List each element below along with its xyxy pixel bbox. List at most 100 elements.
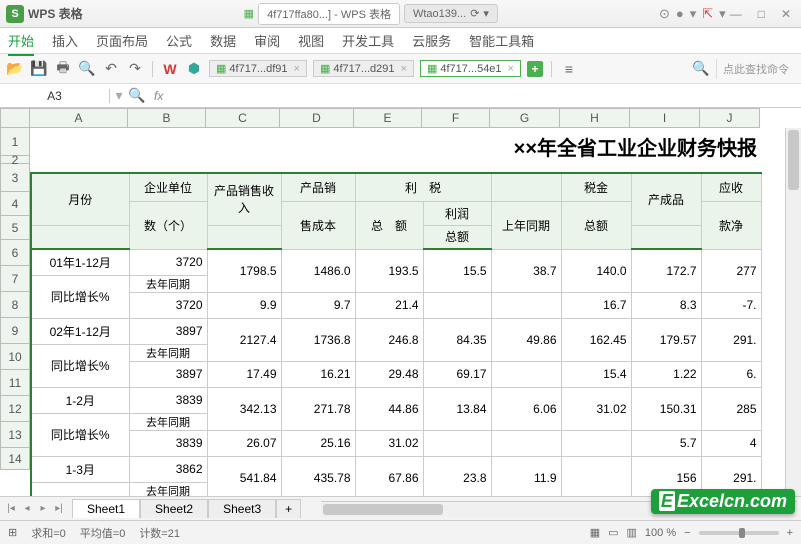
col-header[interactable]: D — [280, 108, 354, 128]
row-header[interactable]: 7 — [0, 266, 30, 292]
dropdown-icon[interactable]: ▾ — [690, 6, 697, 22]
menu-data[interactable]: 数据 — [210, 31, 236, 50]
view-normal-icon[interactable]: ▦ — [590, 526, 600, 539]
menu-cloud[interactable]: 云服务 — [412, 31, 451, 50]
zoom-out-button[interactable]: − — [684, 527, 690, 539]
doc-tab-2[interactable]: Wtao139...⟳▾ — [404, 4, 498, 23]
fx-label[interactable]: fx — [146, 89, 171, 103]
row-header[interactable]: 9 — [0, 318, 30, 344]
command-search[interactable]: 点此查找命令 — [716, 59, 795, 79]
row-header[interactable]: 12 — [0, 396, 30, 422]
skin-icon[interactable]: ● — [676, 6, 684, 22]
vertical-scrollbar[interactable] — [785, 128, 801, 496]
row-header[interactable]: 2 — [0, 156, 30, 164]
row-headers: 1234567891011121314 — [0, 128, 30, 470]
col-header[interactable]: G — [490, 108, 560, 128]
col-header[interactable]: F — [422, 108, 490, 128]
zoom-thumb[interactable] — [739, 528, 745, 538]
doc-icon: ▦ — [244, 7, 254, 20]
hdr-unit2: 数（个） — [129, 201, 207, 249]
menu-smart[interactable]: 智能工具箱 — [469, 31, 534, 50]
row-header[interactable]: 11 — [0, 370, 30, 396]
formula-bar: A3 ▾ 🔍 fx — [0, 84, 801, 108]
sync-icon[interactable]: ⊙ — [659, 6, 670, 22]
maximize-button[interactable]: □ — [754, 7, 769, 21]
view-page-icon[interactable]: ▭ — [608, 526, 618, 539]
view-break-icon[interactable]: ▥ — [627, 526, 637, 539]
wps-icon[interactable]: W — [161, 60, 179, 78]
row-header[interactable]: 14 — [0, 448, 30, 470]
save-icon[interactable]: 💾 — [30, 60, 48, 78]
row-header[interactable]: 4 — [0, 192, 30, 216]
hdr-month: 月份 — [31, 173, 129, 225]
close-icon[interactable]: × — [508, 63, 514, 75]
menu-review[interactable]: 审阅 — [254, 31, 280, 50]
add-sheet-button[interactable]: + — [276, 499, 301, 518]
row-header[interactable]: 5 — [0, 216, 30, 240]
close-icon[interactable]: × — [294, 63, 300, 75]
titlebar: S WPS 表格 ▦ 4f717ffa80...] - WPS 表格 Wtao1… — [0, 0, 801, 28]
close-button[interactable]: ✕ — [777, 7, 795, 21]
hdr-recv2: 款净 — [701, 201, 761, 249]
menu-formula[interactable]: 公式 — [166, 31, 192, 50]
search-icon[interactable]: 🔍 — [692, 60, 710, 78]
col-header[interactable]: C — [206, 108, 280, 128]
col-header[interactable]: J — [700, 108, 760, 128]
sheet-tab-1[interactable]: Sheet1 — [72, 499, 140, 518]
name-dropdown-icon[interactable]: ▾ — [110, 87, 128, 105]
zoom-slider[interactable] — [699, 531, 779, 535]
doc-tab-1[interactable]: 4f717ffa80...] - WPS 表格 — [258, 3, 400, 25]
zoom-in-button[interactable]: + — [787, 527, 793, 539]
menu-layout[interactable]: 页面布局 — [96, 31, 148, 50]
print-icon[interactable]: 🖶 — [54, 60, 72, 78]
outline-icon[interactable]: ⊞ — [8, 526, 17, 539]
menu-icon[interactable]: ≡ — [560, 60, 578, 78]
col-header[interactable]: H — [560, 108, 630, 128]
open-icon[interactable]: 📂 — [6, 60, 24, 78]
nav-next-icon[interactable]: ▸ — [36, 503, 50, 514]
preview-icon[interactable]: 🔍 — [78, 60, 96, 78]
watermark: EExcelcn.com — [651, 489, 795, 514]
col-header[interactable]: I — [630, 108, 700, 128]
hdr-prev: 上年同期 — [491, 201, 561, 249]
row-header[interactable]: 3 — [0, 164, 30, 192]
expand-icon[interactable]: ⇱ — [702, 6, 713, 22]
file-tab-3[interactable]: ▦4f717...54e1× — [420, 60, 521, 77]
file-tab-1[interactable]: ▦4f717...df91× — [209, 60, 307, 77]
nav-first-icon[interactable]: |◂ — [4, 503, 18, 514]
menu-insert[interactable]: 插入 — [52, 31, 78, 50]
scroll-thumb[interactable] — [323, 504, 443, 515]
close-icon[interactable]: × — [401, 63, 407, 75]
row-header[interactable]: 13 — [0, 422, 30, 448]
cells[interactable]: ××年全省工业企业财务快报 月份 企业单位 产品销售收入 产品销 利 税 税金 … — [30, 128, 762, 496]
dropdown-icon: ▾ — [483, 7, 489, 20]
menu-view[interactable]: 视图 — [298, 31, 324, 50]
col-header[interactable]: E — [354, 108, 422, 128]
sheet-tab-3[interactable]: Sheet3 — [208, 499, 276, 518]
menu-dev[interactable]: 开发工具 — [342, 31, 394, 50]
add-tab-button[interactable]: + — [527, 61, 543, 77]
col-header[interactable]: B — [128, 108, 206, 128]
cube-icon[interactable]: ⬢ — [185, 60, 203, 78]
hdr-tax: 利 税 — [355, 173, 491, 201]
menu-start[interactable]: 开始 — [8, 31, 34, 56]
nav-last-icon[interactable]: ▸| — [52, 503, 66, 514]
file-tab-2[interactable]: ▦4f717...d291× — [313, 60, 414, 77]
find-icon[interactable]: 🔍 — [128, 87, 146, 105]
report-title: ××年全省工业企业财务快报 — [31, 128, 761, 165]
row-header[interactable]: 10 — [0, 344, 30, 370]
minimize-button[interactable]: — — [726, 7, 746, 21]
sheet-tab-2[interactable]: Sheet2 — [140, 499, 208, 518]
redo-icon[interactable]: ↷ — [126, 60, 144, 78]
row-header[interactable]: 8 — [0, 292, 30, 318]
select-all-corner[interactable] — [0, 108, 30, 128]
column-headers: ABCDEFGHIJ — [30, 108, 760, 128]
scroll-thumb[interactable] — [788, 130, 799, 190]
undo-icon[interactable]: ↶ — [102, 60, 120, 78]
name-box[interactable]: A3 — [0, 89, 110, 103]
row-header[interactable]: 6 — [0, 240, 30, 266]
separator — [551, 61, 552, 77]
zoom-level[interactable]: 100 % — [645, 527, 676, 539]
col-header[interactable]: A — [30, 108, 128, 128]
nav-prev-icon[interactable]: ◂ — [20, 503, 34, 514]
